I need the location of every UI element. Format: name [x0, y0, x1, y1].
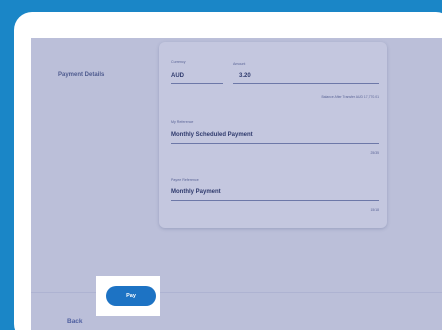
currency-underline [171, 83, 223, 84]
amount-underline [233, 83, 379, 84]
payee-reference-label: Payee Reference [171, 178, 199, 182]
payment-screen: Payment Details Currency AUD Amount 3.20… [31, 38, 442, 330]
balance-hint: Balance After Transfer AUD 17,770.01 [321, 95, 380, 99]
footer-divider [31, 292, 442, 293]
pay-button[interactable]: Pay [106, 286, 156, 306]
amount-value[interactable]: 3.20 [239, 73, 251, 79]
payee-reference-underline [171, 200, 379, 201]
my-reference-input[interactable]: Monthly Scheduled Payment [171, 132, 253, 138]
my-reference-label: My Reference [171, 120, 194, 124]
currency-value[interactable]: AUD [171, 73, 184, 79]
payee-reference-counter: 15/18 [370, 208, 380, 212]
currency-label: Currency [171, 60, 186, 64]
back-button[interactable]: Back [67, 318, 83, 325]
device-frame: Payment Details Currency AUD Amount 3.20… [14, 12, 442, 330]
payee-reference-input[interactable]: Monthly Payment [171, 189, 221, 195]
amount-label: Amount [233, 62, 246, 66]
section-title: Payment Details [58, 72, 105, 78]
my-reference-underline [171, 143, 379, 144]
my-reference-counter: 25/35 [370, 151, 380, 155]
payment-details-card: Currency AUD Amount 3.20 Balance After T… [159, 42, 387, 228]
